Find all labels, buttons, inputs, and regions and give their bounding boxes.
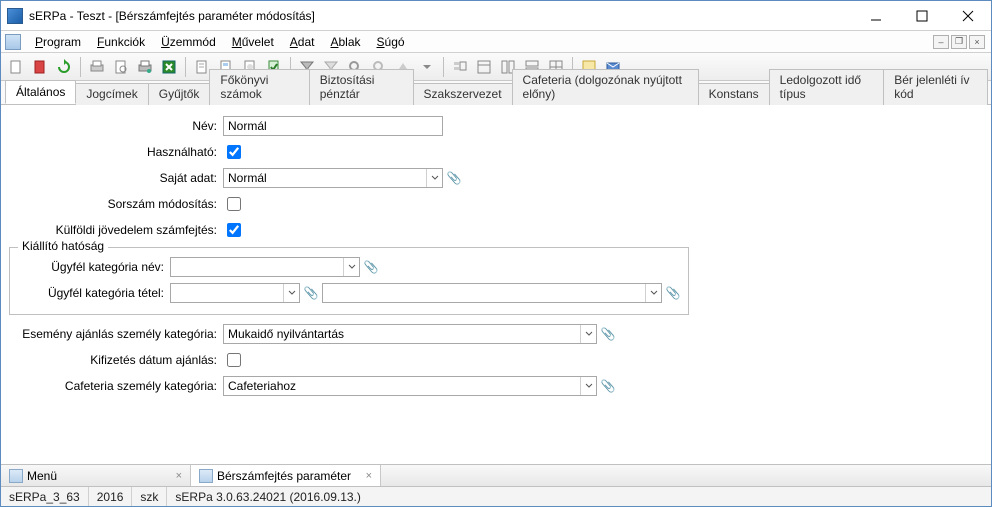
tab-bar: Általános Jogcímek Gyűjtők Főkönyvi szám… — [1, 81, 991, 105]
ugyf-kat-nev-label: Ügyfél kategória név: — [10, 260, 170, 274]
paperclip-icon[interactable]: 📎 — [447, 171, 461, 185]
paperclip-icon[interactable]: 📎 — [304, 286, 318, 300]
toolbar-new-button[interactable] — [5, 56, 27, 78]
mdi-tab-bar: Menü × Bérszámfejtés paraméter × — [1, 464, 991, 486]
ugyf-kat-tetel1-combo[interactable] — [170, 283, 300, 303]
cafeteria-kat-combo[interactable]: Cafeteriahoz — [223, 376, 597, 396]
chevron-down-icon — [283, 284, 299, 302]
chevron-down-icon — [426, 169, 442, 187]
esemeny-label: Esemény ajánlás személy kategória: — [9, 327, 223, 341]
sorszam-checkbox[interactable] — [227, 197, 241, 211]
status-user: szk — [132, 487, 167, 506]
mdi-minimize-button[interactable]: – — [933, 35, 949, 49]
chevron-down-icon — [343, 258, 359, 276]
sajat-adat-value: Normál — [224, 171, 426, 185]
ugyf-kat-nev-combo[interactable] — [170, 257, 360, 277]
hasznalhato-checkbox[interactable] — [227, 145, 241, 159]
menu-funkciok[interactable]: Funkciók — [89, 33, 153, 51]
window-title: sERPa - Teszt - [Bérszámfejtés paraméter… — [29, 9, 853, 23]
paperclip-icon[interactable]: 📎 — [364, 260, 378, 274]
form-panel: Név: Használható: Saját adat: Normál 📎 S… — [1, 105, 991, 464]
toolbar-print2-button[interactable] — [134, 56, 156, 78]
mdi-close-button[interactable]: × — [969, 35, 985, 49]
menu-program[interactable]: Program — [27, 33, 89, 51]
menu-muvelet[interactable]: Művelet — [224, 33, 282, 51]
cafeteria-kat-label: Cafeteria személy kategória: — [9, 379, 223, 393]
maximize-button[interactable] — [899, 1, 945, 30]
mdi-tab-close-icon[interactable]: × — [366, 470, 372, 482]
paperclip-icon[interactable]: 📎 — [601, 327, 615, 341]
cafeteria-kat-value: Cafeteriahoz — [224, 379, 580, 393]
kulfoldi-label: Külföldi jövedelem számfejtés: — [9, 223, 223, 237]
status-bar: sERPa_3_63 2016 szk sERPa 3.0.63.24021 (… — [1, 486, 991, 506]
paperclip-icon[interactable]: 📎 — [601, 379, 615, 393]
mdi-restore-button[interactable]: ❐ — [951, 35, 967, 49]
close-button[interactable] — [945, 1, 991, 30]
tab-szakszervezet[interactable]: Szakszervezet — [413, 83, 513, 105]
sajat-adat-combo[interactable]: Normál — [223, 168, 443, 188]
menu-bar: Program Funkciók Üzemmód Művelet Adat Ab… — [1, 31, 991, 53]
status-version: sERPa 3.0.63.24021 (2016.09.13.) — [167, 487, 368, 506]
kifizetes-checkbox[interactable] — [227, 353, 241, 367]
sorszam-label: Sorszám módosítás: — [9, 197, 223, 211]
status-year: 2016 — [89, 487, 133, 506]
tab-ledolgozott[interactable]: Ledolgozott idő típus — [769, 69, 885, 105]
kulfoldi-checkbox[interactable] — [227, 223, 241, 237]
hasznalhato-label: Használható: — [9, 145, 223, 159]
toolbar-form1-button[interactable] — [449, 56, 471, 78]
toolbar-dropdown-button[interactable] — [416, 56, 438, 78]
kialllito-groupbox: Kiállító hatóság Ügyfél kategória név: 📎… — [9, 247, 689, 315]
nev-input[interactable] — [223, 116, 443, 136]
tab-altalanos[interactable]: Általános — [5, 80, 76, 104]
tab-cafeteria[interactable]: Cafeteria (dolgozónak nyújtott előny) — [512, 69, 699, 105]
group-legend: Kiállító hatóság — [18, 239, 108, 253]
mdi-tab-param-label: Bérszámfejtés paraméter — [217, 469, 351, 483]
tab-fokonyvi[interactable]: Főkönyvi számok — [209, 69, 309, 105]
tab-jogcimek[interactable]: Jogcímek — [75, 83, 148, 105]
tab-konstans[interactable]: Konstans — [698, 83, 770, 105]
window-icon — [199, 469, 213, 483]
chevron-down-icon — [580, 377, 596, 395]
title-bar: sERPa - Teszt - [Bérszámfejtés paraméter… — [1, 1, 991, 31]
menu-ablak[interactable]: Ablak — [322, 33, 368, 51]
menu-adat[interactable]: Adat — [282, 33, 323, 51]
mdi-tab-close-icon[interactable]: × — [176, 470, 182, 482]
chevron-down-icon — [580, 325, 596, 343]
menu-uzemmod[interactable]: Üzemmód — [153, 33, 224, 51]
toolbar-delete-button[interactable] — [29, 56, 51, 78]
toolbar-preview-button[interactable] — [110, 56, 132, 78]
mdi-icon — [5, 34, 21, 50]
menu-sugo[interactable]: Súgó — [369, 33, 413, 51]
toolbar-print-button[interactable] — [86, 56, 108, 78]
toolbar-form2-button[interactable] — [473, 56, 495, 78]
mdi-tab-menu[interactable]: Menü × — [1, 465, 191, 486]
app-icon — [7, 8, 23, 24]
paperclip-icon[interactable]: 📎 — [666, 286, 680, 300]
sajat-adat-label: Saját adat: — [9, 171, 223, 185]
kifizetes-label: Kifizetés dátum ajánlás: — [9, 353, 223, 367]
mdi-tab-param[interactable]: Bérszámfejtés paraméter × — [191, 465, 381, 486]
window-icon — [9, 469, 23, 483]
esemeny-combo[interactable]: Mukaidő nyilvántartás — [223, 324, 597, 344]
nev-label: Név: — [9, 119, 223, 133]
toolbar-refresh-button[interactable] — [53, 56, 75, 78]
status-dbname: sERPa_3_63 — [1, 487, 89, 506]
minimize-button[interactable] — [853, 1, 899, 30]
toolbar-export-button[interactable] — [158, 56, 180, 78]
ugyf-kat-tetel2-combo[interactable] — [322, 283, 662, 303]
tab-berjelenleti[interactable]: Bér jelenléti ív kód — [883, 69, 988, 105]
esemeny-value: Mukaidő nyilvántartás — [224, 327, 580, 341]
tab-biztositasi[interactable]: Biztosítási pénztár — [309, 69, 414, 105]
mdi-tab-menu-label: Menü — [27, 469, 57, 483]
chevron-down-icon — [645, 284, 661, 302]
ugyf-kat-tetel-label: Ügyfél kategória tétel: — [10, 286, 170, 300]
tab-gyujtok[interactable]: Gyűjtők — [148, 83, 211, 105]
